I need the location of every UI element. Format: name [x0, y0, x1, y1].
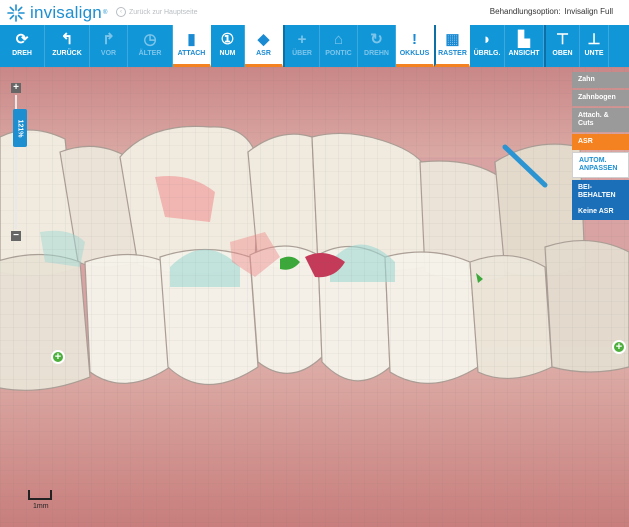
zoom-slider[interactable]: + 121% − [11, 83, 27, 243]
right-panel: Zahn Zahnbogen Attach. & Cuts ASR AUTOM.… [572, 72, 629, 220]
attachment-icon: ▮ [187, 31, 196, 48]
panel-asr[interactable]: ASR [572, 134, 629, 150]
treatment-label: Behandlungsoption: [489, 7, 561, 16]
attach-button[interactable]: ▮ ATTACH [173, 25, 211, 67]
plus-left-icon: + [54, 351, 62, 363]
panel-arch[interactable]: Zahnbogen [572, 90, 629, 106]
pontic-label: PONTIC [325, 50, 352, 57]
back-link-label: Zurück zur Hauptseite [129, 8, 198, 16]
undo-icon: ↰ [60, 31, 74, 48]
panel-attach-cuts[interactable]: Attach. & Cuts [572, 108, 629, 132]
upper-arch-button[interactable]: ⊤ OBEN [544, 25, 580, 67]
grid-icon: ▦ [445, 31, 460, 48]
occlusion-button[interactable]: ! OKKLUS [396, 25, 434, 67]
number-button[interactable]: ① NUM [211, 25, 245, 67]
lower-label: UNTE [584, 50, 604, 57]
asr-label: ASR [256, 50, 271, 57]
rotate-label: DREH [12, 50, 32, 57]
rotate-icon: ⟳ [15, 31, 29, 48]
redo-label: VOR [100, 50, 117, 57]
zoom-in-button[interactable]: + [11, 83, 21, 93]
logo-registered: ® [102, 10, 108, 16]
lower-icon: ⊥ [587, 31, 601, 48]
rotation-label: DREHN [364, 50, 389, 57]
panel-auto-adjust-button[interactable]: AUTOM. ANPASSEN [572, 152, 629, 178]
older-button[interactable]: ◷ ÄLTER [128, 25, 173, 67]
history-icon: ◷ [143, 31, 157, 48]
over-label: ÜBER [292, 50, 312, 57]
pontic-icon: ⌂ [333, 31, 344, 48]
main-toolbar: ⟳ DREH ↰ ZURÜCK ↱ VOR ◷ ÄLTER ▮ ATTACH ① NUM ◆… [0, 25, 629, 67]
older-label: ÄLTER [138, 50, 162, 57]
number-icon: ① [220, 31, 235, 48]
back-to-home-link[interactable]: ‹ Zurück zur Hauptseite [116, 7, 197, 17]
panel-tooth[interactable]: Zahn [572, 72, 629, 88]
plus-icon: + [297, 31, 307, 48]
grid-button[interactable]: ▦ RASTER [434, 25, 470, 67]
panel-no-asr-button[interactable]: Keine ASR [572, 204, 629, 220]
treatment-option: Behandlungsoption: Invisalign Full [490, 7, 613, 16]
view-button[interactable]: ▙ ANSICHT [505, 25, 544, 67]
add-point-right-button[interactable]: + [612, 340, 626, 354]
view-icon: ▙ [518, 31, 530, 48]
occlusion-label: OKKLUS [399, 50, 430, 57]
plus-right-icon: + [615, 341, 623, 353]
add-point-left-button[interactable]: + [51, 350, 65, 364]
grid-label: RASTER [438, 50, 467, 57]
overlay-label: ÜBRLG. [473, 50, 501, 57]
rotation-icon: ↻ [370, 31, 383, 48]
rotation-button[interactable]: ↻ DREHN [358, 25, 396, 67]
undo-button[interactable]: ↰ ZURÜCK [45, 25, 90, 67]
undo-label: ZURÜCK [52, 50, 82, 57]
scale-indicator: 1mm [28, 490, 52, 510]
lower-arch-button[interactable]: ⊥ UNTE [580, 25, 609, 67]
zoom-out-button[interactable]: − [11, 231, 21, 241]
rotate-button[interactable]: ⟳ DREH [0, 25, 45, 67]
panel-keep-button[interactable]: BEI- BEHALTEN [572, 180, 629, 204]
header-bar: invisalign ® ‹ Zurück zur Hauptseite Beha… [0, 0, 629, 25]
upper-icon: ⊤ [555, 31, 570, 48]
overlay-button[interactable]: ◗ ÜBRLG. [470, 25, 505, 67]
attach-label: ATTACH [177, 50, 206, 57]
logo-star-icon [7, 4, 25, 22]
asr-icon: ◆ [257, 31, 270, 48]
asr-button[interactable]: ◆ ASR [245, 25, 283, 67]
redo-icon: ↱ [102, 31, 115, 48]
upper-label: OBEN [552, 50, 573, 57]
back-arrow-icon: ‹ [116, 7, 126, 17]
zoom-handle[interactable]: 121% [13, 109, 27, 148]
zoom-track[interactable]: 121% [13, 95, 27, 229]
number-label: NUM [219, 50, 236, 57]
scale-bar [28, 490, 52, 500]
treatment-value[interactable]: Invisalign Full [565, 7, 613, 16]
3d-viewport[interactable]: + + [0, 67, 629, 527]
overlay-icon: ◗ [482, 31, 492, 48]
logo: invisalign ® [6, 3, 107, 23]
over-button[interactable]: + ÜBER [283, 25, 320, 67]
redo-button[interactable]: ↱ VOR [90, 25, 128, 67]
teeth-model [0, 67, 629, 527]
pontic-button[interactable]: ⌂ PONTIC [320, 25, 358, 67]
zoom-level: 121% [16, 119, 24, 138]
logo-text: invisalign [30, 3, 102, 22]
view-label: ANSICHT [508, 50, 540, 57]
occlusion-icon: ! [412, 31, 417, 48]
scale-label: 1mm [33, 503, 49, 510]
